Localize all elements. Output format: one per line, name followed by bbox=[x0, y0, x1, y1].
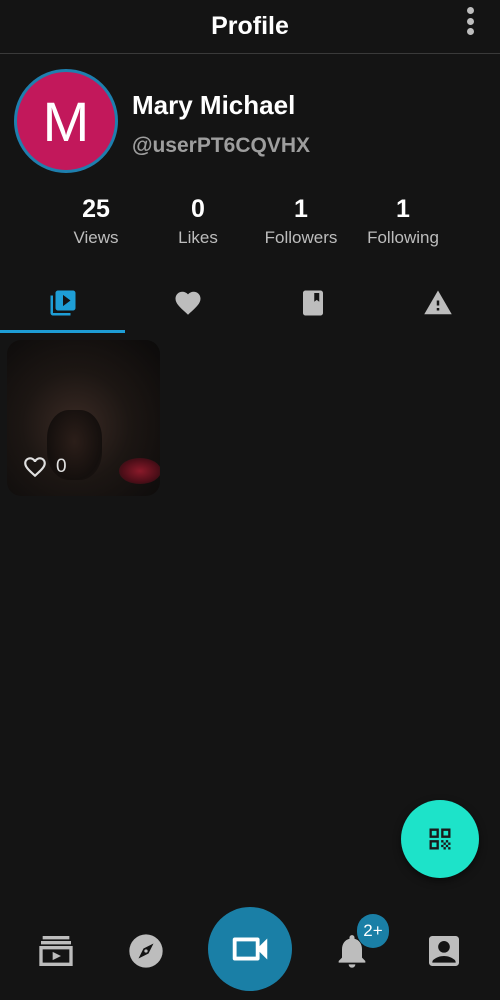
stat-followers[interactable]: 1 Followers bbox=[246, 192, 356, 250]
more-vert-icon[interactable] bbox=[462, 6, 478, 36]
stat-label: Following bbox=[367, 228, 439, 247]
active-tab-indicator bbox=[0, 330, 125, 333]
qr-code-icon bbox=[429, 828, 451, 850]
tab-videos[interactable] bbox=[0, 272, 125, 334]
bottom-navigation bbox=[0, 905, 500, 1000]
like-count: 0 bbox=[56, 456, 67, 477]
stat-label: Followers bbox=[264, 228, 338, 247]
video-thumbnail[interactable]: 0 bbox=[7, 340, 160, 496]
bookmark-icon bbox=[302, 290, 323, 316]
feed-icon bbox=[39, 936, 73, 966]
tab-reported[interactable] bbox=[375, 272, 500, 334]
nav-feed[interactable] bbox=[34, 929, 78, 973]
stat-value: 1 bbox=[396, 195, 410, 223]
nav-explore[interactable] bbox=[124, 929, 168, 973]
avatar[interactable]: M bbox=[14, 69, 118, 173]
stat-label: Likes bbox=[178, 228, 218, 247]
tab-bookmarks[interactable] bbox=[250, 272, 375, 334]
stat-value: 25 bbox=[82, 195, 110, 223]
heart-icon bbox=[175, 291, 200, 315]
explore-compass-icon bbox=[129, 934, 163, 968]
stat-value: 0 bbox=[191, 195, 205, 223]
heart-outline-icon bbox=[24, 457, 46, 478]
profile-icon bbox=[429, 936, 459, 966]
profile-tabs bbox=[0, 272, 500, 334]
tab-liked[interactable] bbox=[125, 272, 250, 334]
video-library-icon bbox=[50, 290, 75, 316]
app-bar: Profile bbox=[0, 0, 500, 54]
thumbnail-image bbox=[119, 458, 160, 484]
nav-profile[interactable] bbox=[422, 929, 466, 973]
stat-label: Views bbox=[73, 228, 119, 247]
nav-record-video[interactable] bbox=[208, 907, 292, 991]
profile-header: M Mary Michael @userPT6CQVHX bbox=[0, 54, 500, 184]
profile-handle: @userPT6CQVHX bbox=[132, 134, 311, 157]
stat-following[interactable]: 1 Following bbox=[348, 192, 458, 250]
warning-icon bbox=[423, 290, 452, 315]
profile-name: Mary Michael bbox=[132, 90, 296, 120]
notification-badge: 2+ bbox=[357, 914, 389, 948]
stat-value: 1 bbox=[294, 195, 308, 223]
page-title: Profile bbox=[211, 12, 289, 40]
stat-likes[interactable]: 0 Likes bbox=[143, 192, 253, 250]
profile-stats: 25 Views 0 Likes 1 Followers 1 Following bbox=[0, 192, 500, 256]
stat-views[interactable]: 25 Views bbox=[41, 192, 151, 250]
qr-code-button[interactable] bbox=[401, 800, 479, 878]
video-like-count: 0 bbox=[22, 454, 67, 480]
record-video-icon bbox=[232, 937, 268, 961]
